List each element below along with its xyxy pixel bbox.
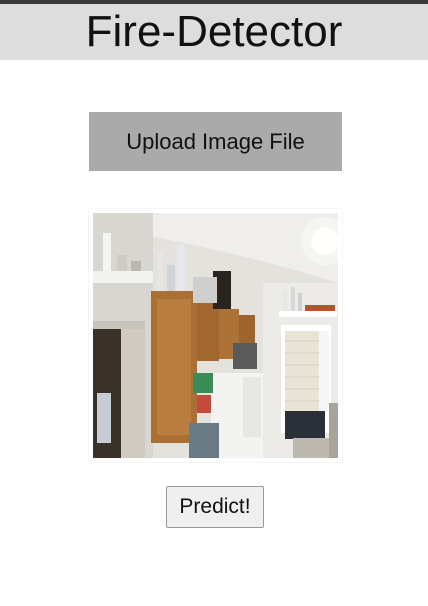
kitchen-photo [93, 213, 338, 458]
page-header: Fire-Detector [0, 4, 428, 60]
image-preview [89, 209, 342, 462]
upload-image-label: Upload Image File [126, 128, 305, 154]
predict-button[interactable]: Predict! [166, 486, 264, 528]
upload-image-button[interactable]: Upload Image File [89, 112, 342, 171]
page-title: Fire-Detector [85, 7, 343, 56]
